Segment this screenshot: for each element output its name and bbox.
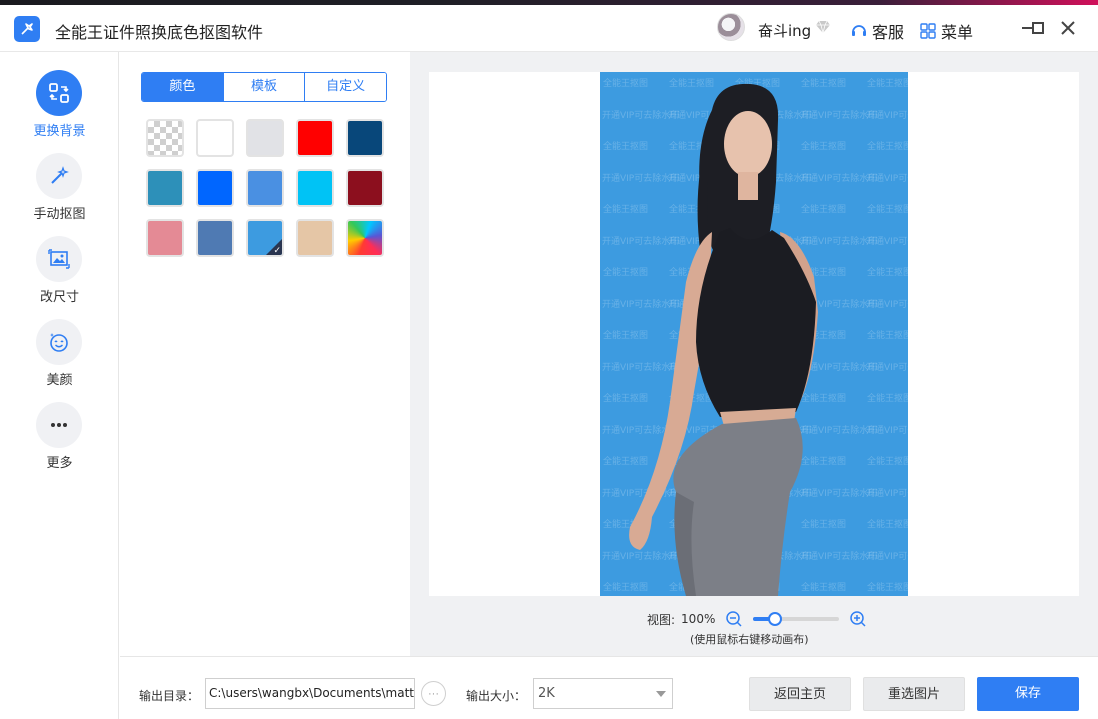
color-swatch[interactable]: ✓ <box>246 219 284 257</box>
zoom-out-icon[interactable] <box>725 610 743 628</box>
background-options-panel: 颜色 模板 自定义 ✓ <box>120 52 410 656</box>
user-avatar[interactable] <box>717 13 745 41</box>
sidebar-item-change-background[interactable]: 更换背景 <box>0 70 119 150</box>
sidebar-item-label: 更换背景 <box>33 124 86 139</box>
color-swatch[interactable] <box>146 169 184 207</box>
reselect-image-button[interactable]: 重选图片 <box>863 677 965 711</box>
color-swatch[interactable] <box>346 169 384 207</box>
color-swatch[interactable] <box>146 119 184 157</box>
color-swatch[interactable] <box>296 169 334 207</box>
preview-area: 全能王抠图全能王抠图全能王抠图全能王抠图全能王抠图开通VIP可去除水印开通VIP… <box>410 52 1098 656</box>
color-swatch[interactable] <box>196 219 234 257</box>
sidebar-item-more[interactable]: 更多 <box>0 402 119 482</box>
app-title: 全能王证件照换底色抠图软件 <box>55 23 264 42</box>
preview-canvas[interactable]: 全能王抠图全能王抠图全能王抠图全能王抠图全能王抠图开通VIP可去除水印开通VIP… <box>429 72 1079 596</box>
color-swatch[interactable] <box>346 219 384 257</box>
output-size-select[interactable]: 2K <box>533 678 673 709</box>
output-size-label: 输出大小： <box>466 689 527 703</box>
sidebar-item-label: 改尺寸 <box>39 290 79 305</box>
color-swatch[interactable] <box>246 119 284 157</box>
back-home-button[interactable]: 返回主页 <box>749 677 851 711</box>
close-icon <box>1061 21 1075 35</box>
output-dir-field[interactable]: C:\users\wangbx\Documents\matting <box>205 678 415 709</box>
bottom-bar: 输出目录： C:\users\wangbx\Documents\matting … <box>120 656 1098 719</box>
person-photo <box>629 83 818 596</box>
color-swatch-grid: ✓ <box>146 119 384 257</box>
zoom-controls: 视图: 100% <box>647 609 867 629</box>
sidebar-item-manual-cutout[interactable]: 手动抠图 <box>0 153 119 233</box>
zoom-slider-handle[interactable] <box>767 612 782 626</box>
color-swatch[interactable] <box>296 219 334 257</box>
zoom-slider[interactable] <box>753 612 840 626</box>
sidebar-item-resize[interactable]: 改尺寸 <box>0 236 119 316</box>
output-dir-label: 输出目录： <box>139 689 200 703</box>
maximize-icon <box>1032 22 1044 34</box>
save-button[interactable]: 保存 <box>977 677 1079 711</box>
maximize-button[interactable] <box>1027 17 1049 39</box>
sidebar-item-label: 美颜 <box>46 373 73 388</box>
swap-background-icon <box>49 83 69 103</box>
sidebar-item-label: 手动抠图 <box>33 207 86 222</box>
color-swatch[interactable] <box>196 119 234 157</box>
browse-dir-button[interactable]: ··· <box>421 681 446 706</box>
tab-bar: 颜色 模板 自定义 <box>141 72 387 102</box>
headset-icon <box>852 25 866 36</box>
vip-diamond-icon <box>816 20 830 34</box>
more-dots-icon <box>51 423 67 427</box>
check-icon: ✓ <box>273 245 281 255</box>
customer-service-button[interactable]: 客服 <box>850 19 904 43</box>
preview-photo[interactable]: 全能王抠图全能王抠图全能王抠图全能王抠图全能王抠图开通VIP可去除水印开通VIP… <box>600 72 908 596</box>
color-swatch[interactable] <box>146 219 184 257</box>
zoom-value: 100% <box>681 612 716 626</box>
sidebar-item-label: 更多 <box>46 456 73 471</box>
output-size-value: 2K <box>538 686 555 701</box>
beauty-face-icon <box>50 333 68 352</box>
zoom-hint: (使用鼠标右键移动画布) <box>690 633 809 646</box>
tab-template[interactable]: 模板 <box>223 73 306 101</box>
zoom-label: 视图: <box>647 612 676 627</box>
sidebar-item-beauty[interactable]: 美颜 <box>0 319 119 399</box>
user-name[interactable]: 奋斗ing <box>758 20 811 41</box>
zoom-in-icon[interactable] <box>849 610 867 628</box>
title-bar: 全能王证件照换底色抠图软件 奋斗ing 客服 菜单 <box>0 5 1098 52</box>
color-swatch[interactable] <box>246 169 284 207</box>
tab-color[interactable]: 颜色 <box>142 73 224 101</box>
magic-wand-icon <box>51 166 69 184</box>
color-swatch[interactable] <box>196 169 234 207</box>
customer-service-label: 客服 <box>872 23 905 42</box>
grid-menu-icon <box>920 23 936 39</box>
app-logo-icon <box>14 16 40 42</box>
sidebar: 更换背景 手动抠图 改尺寸 美颜 更多 <box>0 52 119 719</box>
color-swatch[interactable] <box>296 119 334 157</box>
menu-button[interactable]: 菜单 <box>920 19 973 43</box>
tab-custom[interactable]: 自定义 <box>305 73 386 101</box>
chevron-down-icon <box>656 691 666 697</box>
color-swatch[interactable] <box>346 119 384 157</box>
menu-label: 菜单 <box>941 23 974 42</box>
close-button[interactable] <box>1057 17 1079 39</box>
resize-image-icon <box>48 249 70 269</box>
